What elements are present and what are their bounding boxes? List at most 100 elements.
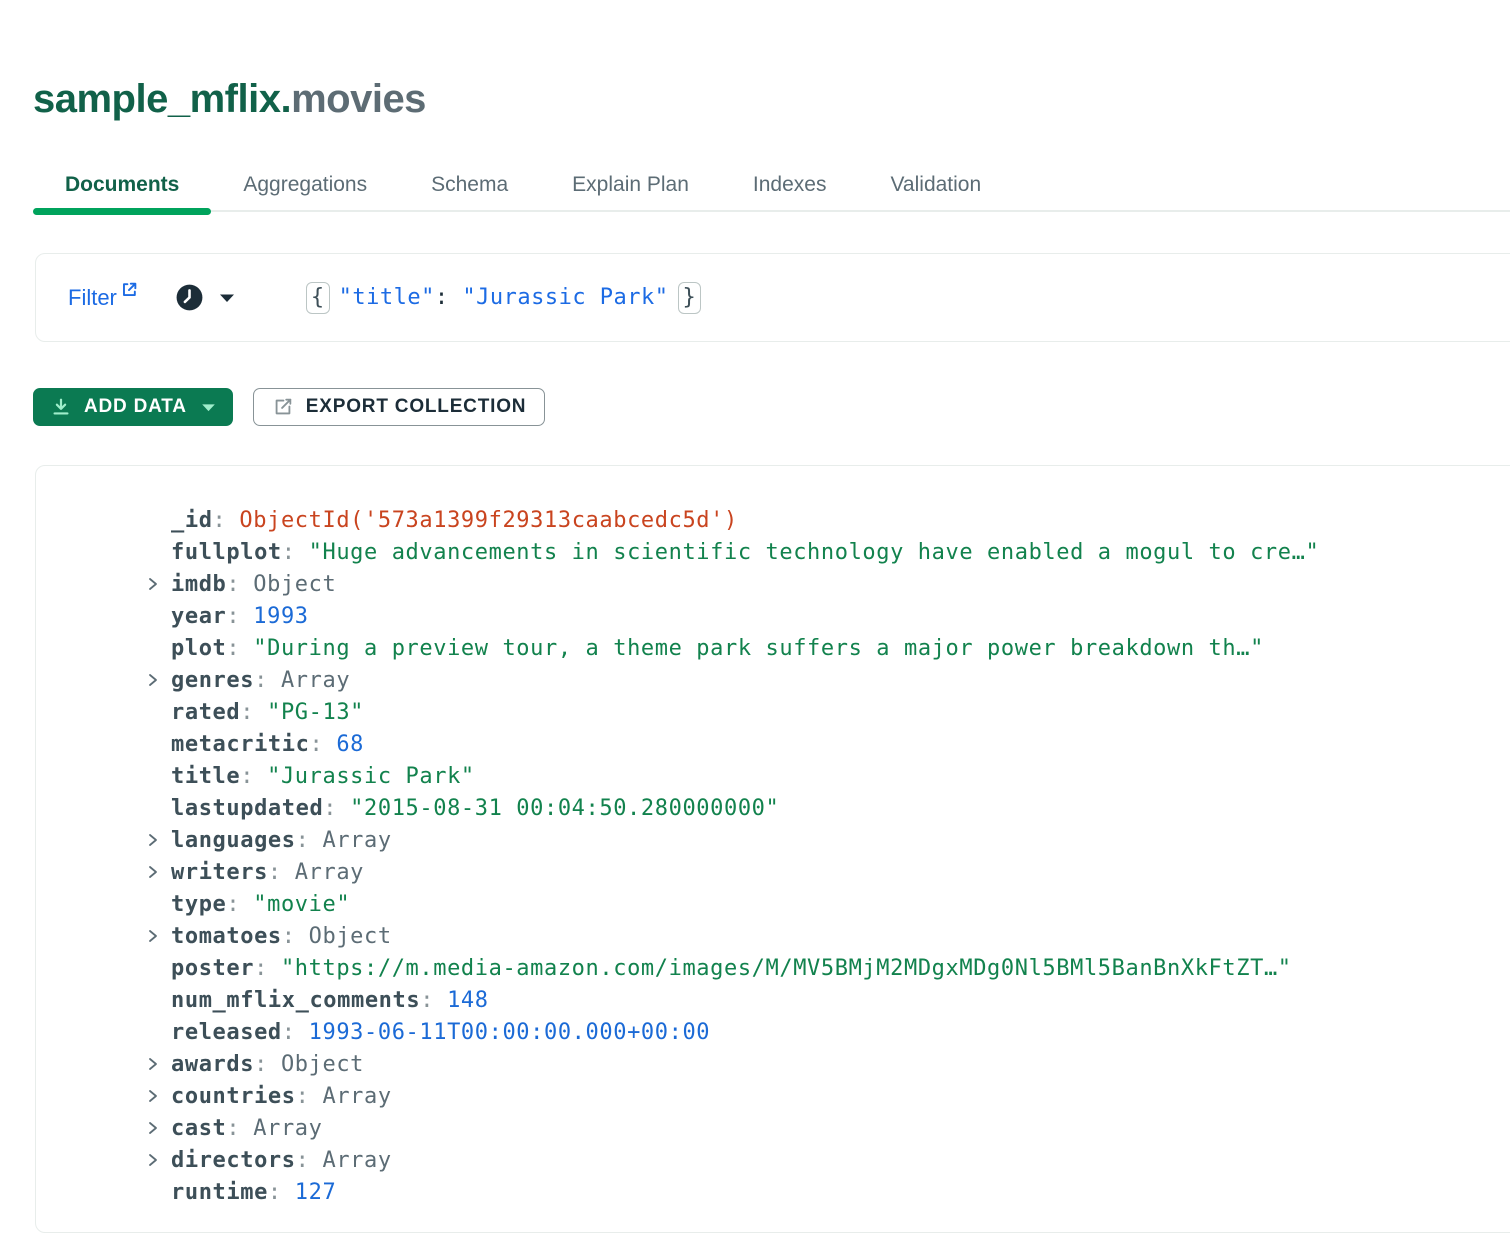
query-history-button[interactable] xyxy=(174,282,235,313)
document-row: title:"Jurassic Park" xyxy=(36,760,1510,792)
field-colon: : xyxy=(226,1116,240,1141)
expand-chevron-icon[interactable] xyxy=(147,927,171,945)
export-collection-label: EXPORT COLLECTION xyxy=(306,396,527,418)
namespace-database: sample_mflix. xyxy=(33,77,291,121)
filter-input[interactable]: {"title": "Jurassic Park"} xyxy=(297,282,710,314)
tab-schema[interactable]: Schema xyxy=(399,160,540,210)
field-colon: : xyxy=(296,828,310,853)
field-colon: : xyxy=(213,508,227,533)
document-row: imdb: Object xyxy=(36,568,1510,600)
field-value: "Jurassic Park" xyxy=(267,764,475,789)
field-value: 68 xyxy=(336,732,364,757)
field-key: awards xyxy=(171,1052,254,1077)
document-row: countries:Array xyxy=(36,1080,1510,1112)
field-value: 127 xyxy=(295,1180,337,1205)
field-key: metacritic xyxy=(171,732,309,757)
document-row: year:1993 xyxy=(36,600,1510,632)
expand-chevron-icon[interactable] xyxy=(147,1055,171,1073)
field-value: Object xyxy=(281,1052,364,1077)
filter-link[interactable]: Filter xyxy=(68,285,138,311)
export-icon xyxy=(272,396,294,418)
field-value: "https://m.media-amazon.com/images/M/MV5… xyxy=(281,956,1292,981)
document-row: directors:Array xyxy=(36,1144,1510,1176)
filter-value-token: "Jurassic Park" xyxy=(462,285,668,310)
expand-chevron-icon[interactable] xyxy=(147,671,171,689)
expand-chevron-icon[interactable] xyxy=(147,863,171,881)
namespace-collection: movies xyxy=(291,77,426,121)
field-value: Array xyxy=(295,860,364,885)
field-colon: : xyxy=(268,860,282,885)
field-key: imdb xyxy=(171,572,226,597)
field-key: title xyxy=(171,764,240,789)
field-value: "movie" xyxy=(253,892,350,917)
field-key: num_mflix_comments xyxy=(171,988,420,1013)
field-key: year xyxy=(171,604,226,629)
page-title: sample_mflix.movies xyxy=(33,77,426,122)
document-body: _id: ObjectId('573a1399f29313caabcedc5d')… xyxy=(36,504,1510,1208)
field-colon: : xyxy=(296,1148,310,1173)
field-value: Array xyxy=(253,1116,322,1141)
field-colon: : xyxy=(254,956,268,981)
field-value: 1993-06-11T00:00:00.000+00:00 xyxy=(309,1020,711,1045)
field-value: "During a preview tour, a theme park suf… xyxy=(253,636,1264,661)
field-key: writers xyxy=(171,860,268,885)
query-bar: Filter {"title": "Jurassic Park"} xyxy=(35,253,1510,342)
document-row: writers: Array xyxy=(36,856,1510,888)
field-key: released xyxy=(171,1020,282,1045)
tab-documents[interactable]: Documents xyxy=(33,160,211,210)
document-card: _id: ObjectId('573a1399f29313caabcedc5d')… xyxy=(35,465,1510,1233)
field-colon: : xyxy=(296,1084,310,1109)
document-row: _id: ObjectId('573a1399f29313caabcedc5d') xyxy=(36,504,1510,536)
tab-validation[interactable]: Validation xyxy=(858,160,1013,210)
document-row: rated:"PG-13" xyxy=(36,696,1510,728)
field-key: countries xyxy=(171,1084,296,1109)
field-value: Object xyxy=(253,572,336,597)
tab-aggregations[interactable]: Aggregations xyxy=(211,160,399,210)
expand-chevron-icon[interactable] xyxy=(147,1151,171,1169)
document-row: lastupdated:"2015-08-31 00:04:50.2800000… xyxy=(36,792,1510,824)
download-icon xyxy=(50,396,72,418)
document-row: poster: "https://m.media-amazon.com/image… xyxy=(36,952,1510,984)
field-value: "2015-08-31 00:04:50.280000000" xyxy=(350,796,779,821)
document-row: awards:Object xyxy=(36,1048,1510,1080)
field-value: Object xyxy=(309,924,392,949)
caret-down-icon xyxy=(201,403,216,412)
document-row: languages:Array xyxy=(36,824,1510,856)
external-link-icon xyxy=(121,281,138,298)
field-key: lastupdated xyxy=(171,796,323,821)
field-colon: : xyxy=(226,604,240,629)
add-data-button[interactable]: ADD DATA xyxy=(33,388,233,426)
field-key: tomatoes xyxy=(171,924,282,949)
field-colon: : xyxy=(420,988,434,1013)
document-row: released:1993-06-11T00:00:00.000+00:00 xyxy=(36,1016,1510,1048)
field-value: ObjectId('573a1399f29313caabcedc5d') xyxy=(239,508,737,533)
field-colon: : xyxy=(226,636,240,661)
tab-explain-plan[interactable]: Explain Plan xyxy=(540,160,721,210)
expand-chevron-icon[interactable] xyxy=(147,1087,171,1105)
export-collection-button[interactable]: EXPORT COLLECTION xyxy=(253,388,546,426)
field-colon: : xyxy=(268,1180,282,1205)
field-value: 1993 xyxy=(253,604,308,629)
filter-key-token: "title" xyxy=(339,285,435,310)
field-colon: : xyxy=(254,668,268,693)
field-colon: : xyxy=(226,572,240,597)
field-value: Array xyxy=(322,1148,391,1173)
field-value: "PG-13" xyxy=(267,700,364,725)
field-key: type xyxy=(171,892,226,917)
expand-chevron-icon[interactable] xyxy=(147,575,171,593)
field-key: runtime xyxy=(171,1180,268,1205)
document-row: plot: "During a preview tour, a theme par… xyxy=(36,632,1510,664)
document-row: genres: Array xyxy=(36,664,1510,696)
field-colon: : xyxy=(309,732,323,757)
document-row: fullplot:"Huge advancements in scientifi… xyxy=(36,536,1510,568)
field-key: plot xyxy=(171,636,226,661)
filter-colon-token: : xyxy=(435,285,463,310)
field-key: genres xyxy=(171,668,254,693)
field-value: Array xyxy=(281,668,350,693)
tab-indexes[interactable]: Indexes xyxy=(721,160,859,210)
field-key: _id xyxy=(171,508,213,533)
field-colon: : xyxy=(240,700,254,725)
field-key: poster xyxy=(171,956,254,981)
expand-chevron-icon[interactable] xyxy=(147,1119,171,1137)
expand-chevron-icon[interactable] xyxy=(147,831,171,849)
